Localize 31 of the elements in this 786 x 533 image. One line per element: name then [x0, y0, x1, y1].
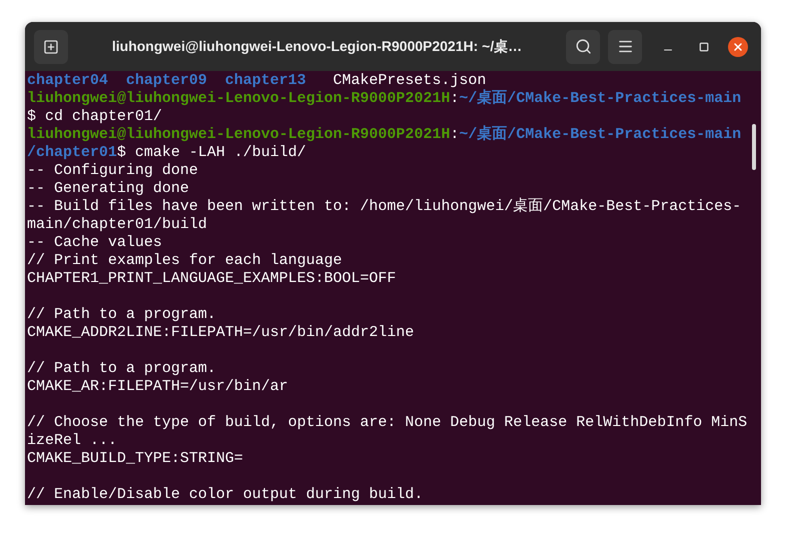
- terminal-line: -- Configuring done: [27, 162, 198, 180]
- new-tab-button[interactable]: [34, 30, 68, 64]
- terminal-line: CMAKE_AR:FILEPATH=/usr/bin/ar: [27, 378, 288, 396]
- search-icon: [574, 38, 592, 55]
- scrollbar-thumb[interactable]: [752, 124, 756, 170]
- terminal-line: CMAKE_BUILD_TYPE:STRING=: [27, 450, 244, 468]
- search-button[interactable]: [566, 30, 600, 64]
- terminal-line: /chapter01$ cmake -LAH ./build/: [27, 144, 306, 162]
- terminal-line: $ cd chapter01/: [27, 108, 162, 126]
- terminal-line: CMAKE_ADDR2LINE:FILEPATH=/usr/bin/addr2line: [27, 324, 414, 342]
- terminal-line: liuhongwei@liuhongwei-Lenovo-Legion-R9000P2021H:~/桌面/CMake-Best-Practices-main: [27, 126, 742, 144]
- terminal-line: -- Generating done: [27, 180, 190, 198]
- terminal-line: // Path to a program.: [27, 360, 216, 378]
- window-title: liuhongwei@liuhongwei-Lenovo-Legion-R9000P2021H: ~/桌…: [112, 37, 522, 56]
- new-tab-icon: [43, 38, 59, 54]
- terminal-line: // Print examples for each language: [27, 252, 342, 270]
- terminal-line: // Enable/Disable color output during build.: [27, 486, 424, 504]
- close-button[interactable]: [728, 36, 748, 56]
- terminal-line: main/chapter01/build: [27, 216, 208, 234]
- menu-icon: [616, 38, 634, 55]
- terminal-line: // Path to a program.: [27, 306, 216, 324]
- maximize-icon: [699, 42, 709, 52]
- terminal-line: CHAPTER1_PRINT_LANGUAGE_EXAMPLES:BOOL=OFF: [27, 270, 396, 288]
- terminal-line: // Choose the type of build, options are: None Debug Release RelWithDebInfo MinS: [27, 414, 748, 432]
- menu-button[interactable]: [608, 30, 642, 64]
- terminal-line: -- Build files have been written to: /home/liuhongwei/桌面/CMake-Best-Practices-: [27, 198, 742, 216]
- terminal-line: chapter04 chapter09 chapter13 CMakePresets.json: [27, 72, 486, 89]
- terminal-line: izeRel ...: [27, 432, 118, 450]
- terminal-line: liuhongwei@liuhongwei-Lenovo-Legion-R9000P2021H:~/桌面/CMake-Best-Practices-main: [27, 90, 742, 108]
- close-icon: [732, 40, 744, 52]
- terminal-line: -- Cache values: [27, 234, 162, 252]
